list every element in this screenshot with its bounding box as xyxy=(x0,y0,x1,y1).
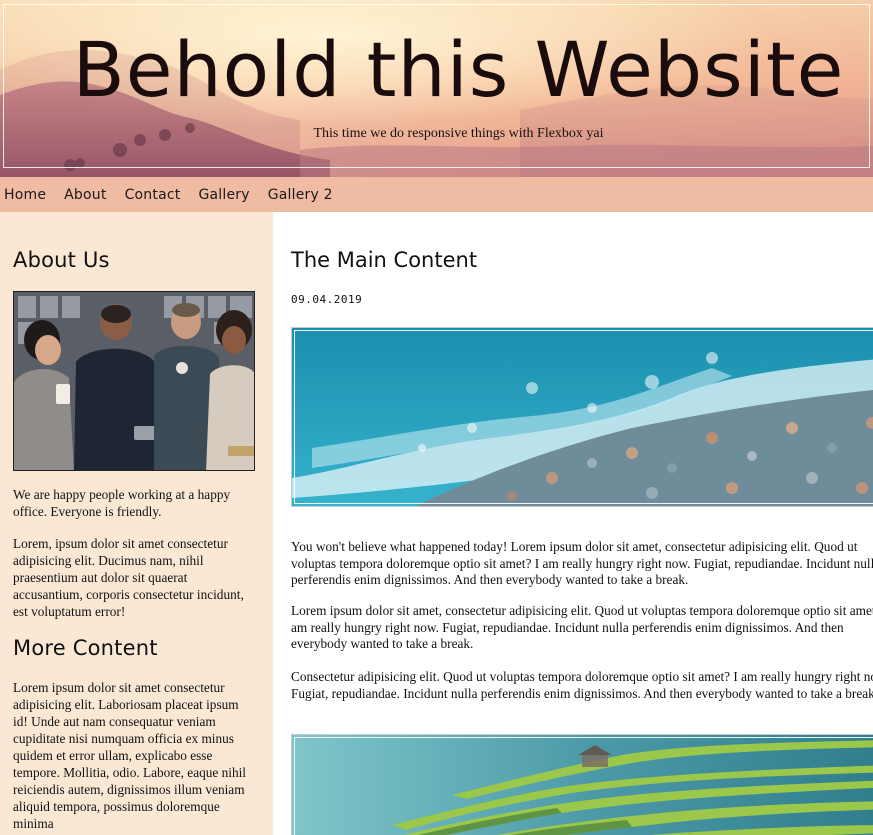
sidebar: About Us We are happy people working at … xyxy=(0,212,273,835)
image-inner-border xyxy=(294,330,873,504)
main-content-heading: The Main Content xyxy=(291,248,478,272)
main-paragraph-1: You won't believe what happened today! L… xyxy=(291,539,873,587)
post-date: 09.04.2019 xyxy=(291,293,363,306)
main-content: The Main Content 09.04.2019 You won't be… xyxy=(273,212,873,835)
main-paragraph-2: Lorem ipsum dolor sit amet, consectetur … xyxy=(291,603,873,651)
about-text-2: Lorem, ipsum dolor sit amet consectetur … xyxy=(13,536,244,619)
about-text-1: We are happy people working at a happy o… xyxy=(13,487,231,519)
nav-link-contact[interactable]: Contact xyxy=(125,187,181,203)
image-inner-border xyxy=(294,737,873,835)
rice-terraces-image xyxy=(291,734,873,835)
nav-link-gallery[interactable]: Gallery xyxy=(198,187,249,203)
main-paragraph-3: Consectetur adipisicing elit. Quod ut vo… xyxy=(291,669,873,701)
team-photo xyxy=(13,291,255,471)
site-header: Behold this Website This time we do resp… xyxy=(0,0,873,177)
nav-link-home[interactable]: Home xyxy=(4,187,46,203)
nav-link-about[interactable]: About xyxy=(64,187,106,203)
main-nav: Home About Contact Gallery Gallery 2 xyxy=(0,177,873,212)
nav-link-gallery-2[interactable]: Gallery 2 xyxy=(268,187,333,203)
ocean-shore-image xyxy=(291,327,873,507)
more-content-heading: More Content xyxy=(13,636,158,660)
site-title: Behold this Website xyxy=(72,25,845,114)
about-us-heading: About Us xyxy=(13,248,110,272)
more-content-text: Lorem ipsum dolor sit amet consectetur a… xyxy=(13,680,247,831)
site-subtitle: This time we do responsive things with F… xyxy=(313,126,604,141)
